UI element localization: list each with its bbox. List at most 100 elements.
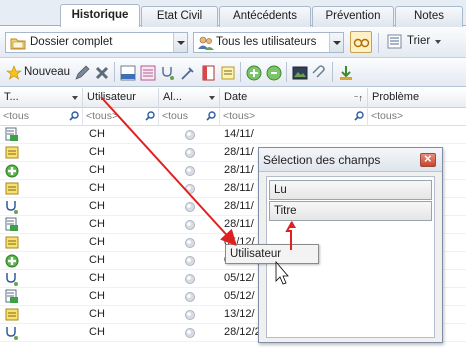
dossier-select[interactable]: Dossier complet xyxy=(5,32,188,53)
chevron-down-icon[interactable] xyxy=(329,33,343,52)
search-icon[interactable] xyxy=(145,111,155,121)
alert-dot-icon xyxy=(184,180,198,198)
delete-icon[interactable] xyxy=(94,65,110,81)
alert-dot-icon xyxy=(185,310,195,320)
tab-notes[interactable]: Notes xyxy=(395,6,463,27)
doc-yellow-icon xyxy=(5,308,19,321)
new-label: Nouveau xyxy=(24,66,71,78)
image-icon[interactable] xyxy=(292,65,308,81)
row-user: CH xyxy=(89,290,105,302)
row-type-icon xyxy=(4,198,24,216)
column-date-header[interactable]: Date ⁻↑ xyxy=(220,88,368,108)
filter-user[interactable]: <tous> xyxy=(83,108,159,126)
alert-dot-icon xyxy=(185,202,195,212)
filter-toolbar: Dossier complet Tous les utilisateurs Tr… xyxy=(0,27,466,58)
toolbar-separator xyxy=(286,62,287,82)
filter-alert[interactable]: <tous xyxy=(159,108,220,126)
row-type-icon xyxy=(4,324,24,342)
column-alert-label: Al... xyxy=(163,91,182,103)
alert-dot-icon xyxy=(185,220,195,230)
column-user-header[interactable]: Utilisateur xyxy=(83,88,159,108)
column-alert-header[interactable]: Al... xyxy=(159,88,220,108)
row-type-icon xyxy=(4,216,24,234)
row-user: CH xyxy=(89,236,105,248)
document-red-icon[interactable] xyxy=(200,65,216,81)
alert-dot-icon xyxy=(185,256,195,266)
alert-dot-icon xyxy=(185,292,195,302)
sort-button[interactable]: Trier xyxy=(385,31,460,53)
table-row[interactable]: CH 14/11/ xyxy=(0,126,466,144)
search-icon[interactable] xyxy=(206,111,216,121)
filter-date[interactable]: <tous> xyxy=(220,108,368,126)
alert-dot-icon xyxy=(184,216,198,234)
add-document-icon[interactable] xyxy=(246,65,262,81)
alert-dot-icon xyxy=(185,274,195,284)
grid-header: T... Utilisateur Al... Date ⁻↑ Problème xyxy=(0,88,466,108)
row-date: 14/11/ xyxy=(224,128,254,140)
row-type-icon xyxy=(4,288,24,306)
html-icon[interactable] xyxy=(120,65,136,81)
users-select-value: Tous les utilisateurs xyxy=(216,36,317,48)
cross-green-icon xyxy=(5,164,19,178)
document-yellow-icon[interactable] xyxy=(220,65,236,81)
glasses-icon xyxy=(353,38,370,48)
alert-dot-icon xyxy=(185,130,195,140)
chevron-down-icon[interactable] xyxy=(173,33,187,52)
list-icon[interactable] xyxy=(140,65,156,81)
column-type-header[interactable]: T... xyxy=(0,88,83,108)
toolbar-separator xyxy=(332,62,333,82)
row-user: CH xyxy=(89,164,105,176)
filter-alert-value: <tous xyxy=(162,110,188,122)
stethoscope-icon xyxy=(6,201,18,214)
sort-icon xyxy=(387,34,402,49)
action-toolbar: Nouveau xyxy=(0,58,466,87)
tab-prevention[interactable]: Prévention xyxy=(312,6,394,27)
filter-problem-value: <tous> xyxy=(371,110,404,122)
row-type-icon xyxy=(4,144,24,162)
doc-yellow-icon xyxy=(5,236,19,249)
filter-row: <tous <tous> <tous <tous> <tous> xyxy=(0,108,466,126)
alert-dot-icon xyxy=(184,126,198,144)
syringe-icon[interactable] xyxy=(180,65,196,81)
search-icon[interactable] xyxy=(69,111,79,121)
tab-bar: Historique Etat Civil Antécédents Préven… xyxy=(0,0,466,27)
row-type-icon xyxy=(4,306,24,324)
filter-problem[interactable]: <tous> xyxy=(368,108,466,126)
folder-icon xyxy=(10,38,26,50)
alert-dot-icon xyxy=(184,324,198,342)
column-problem-header[interactable]: Problème xyxy=(368,88,466,108)
chevron-down-icon[interactable] xyxy=(72,96,78,100)
chevron-down-icon[interactable] xyxy=(435,40,441,44)
row-type-icon xyxy=(4,126,24,144)
pencil-icon[interactable] xyxy=(74,65,90,81)
new-button[interactable]: Nouveau xyxy=(4,62,70,84)
alert-dot-icon xyxy=(184,144,198,162)
search-icon[interactable] xyxy=(354,111,364,121)
alert-dot-icon xyxy=(185,238,195,248)
filter-type[interactable]: <tous xyxy=(0,108,83,126)
glasses-button[interactable] xyxy=(350,31,372,53)
download-icon[interactable] xyxy=(338,65,354,81)
tab-etat-civil[interactable]: Etat Civil xyxy=(141,6,218,27)
tab-antecedents[interactable]: Antécédents xyxy=(219,6,311,27)
toolbar-separator xyxy=(378,33,379,53)
row-user: CH xyxy=(89,146,105,158)
column-type-label: T... xyxy=(4,91,19,103)
row-user: CH xyxy=(89,308,105,320)
close-icon[interactable] xyxy=(420,151,436,167)
row-type-icon xyxy=(4,270,24,288)
main-window: Historique Etat Civil Antécédents Préven… xyxy=(0,0,466,361)
dialog-titlebar[interactable]: Sélection des champs xyxy=(259,148,442,172)
users-select[interactable]: Tous les utilisateurs xyxy=(193,32,344,53)
row-type-icon xyxy=(4,234,24,252)
column-user-label: Utilisateur xyxy=(87,91,136,103)
field-item-titre[interactable]: Titre xyxy=(269,201,432,221)
add-folder-icon[interactable] xyxy=(266,65,282,81)
stethoscope-icon[interactable] xyxy=(160,65,176,81)
alert-dot-icon xyxy=(185,148,195,158)
field-item-lu[interactable]: Lu xyxy=(269,180,432,200)
dialog-title: Sélection des champs xyxy=(263,153,381,167)
chevron-down-icon[interactable] xyxy=(209,96,215,100)
attachment-icon[interactable] xyxy=(312,65,328,81)
tab-historique[interactable]: Historique xyxy=(60,4,140,27)
